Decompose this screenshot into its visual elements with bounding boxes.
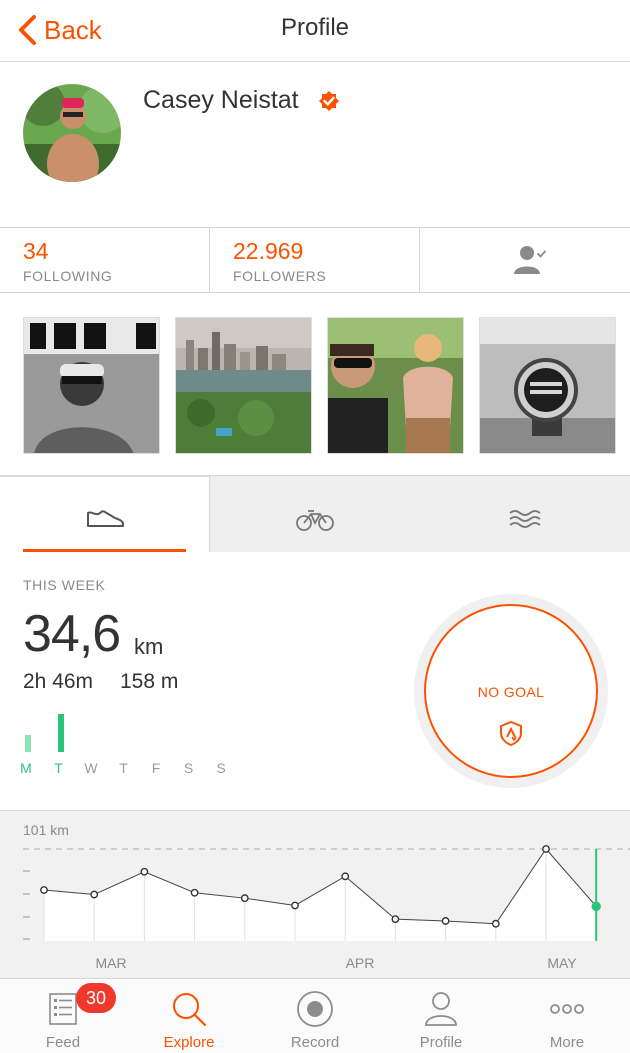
weekday-label: M — [20, 760, 32, 776]
month-label: MAY — [547, 955, 577, 971]
this-week-panel: THIS WEEK 34,6 km 2h 46m 158 m M T W T F S S N… — [0, 552, 630, 810]
weekday-activity-bar — [58, 714, 64, 752]
chart-point — [441, 917, 450, 925]
weekday-label: W — [84, 760, 98, 776]
tabbar-label: Record — [290, 1034, 340, 1051]
followers-stat[interactable]: 22.969 FOLLOWERS — [210, 228, 420, 292]
photo-thumbnail[interactable] — [479, 317, 616, 454]
photo-strip — [0, 293, 630, 476]
user-check-icon — [514, 246, 546, 274]
month-label: APR — [346, 955, 375, 971]
followers-label: FOLLOWERS — [233, 268, 327, 284]
following-status-button[interactable] — [420, 228, 630, 292]
chart-point — [491, 919, 500, 928]
more-icon — [550, 1004, 584, 1014]
tabbar-record[interactable]: Record — [252, 979, 378, 1053]
bike-icon — [296, 510, 334, 531]
followers-count: 22.969 — [233, 238, 304, 264]
weekday-label: F — [151, 760, 161, 776]
chart-point — [90, 890, 99, 899]
weekday-label: S — [183, 760, 194, 776]
tab-run[interactable] — [0, 476, 210, 552]
photo-thumbnail[interactable] — [175, 317, 312, 454]
shoe-icon — [87, 510, 124, 527]
chart-point — [40, 886, 48, 894]
week-distance: 34,6 — [23, 605, 121, 663]
stats-row: 34 FOLLOWING 22.969 FOLLOWERS — [0, 227, 630, 293]
week-moving-time: 2h 46m — [23, 670, 94, 693]
photo-thumbnail[interactable] — [23, 317, 160, 454]
nav-bar: Back Profile — [0, 0, 630, 62]
chart-point — [140, 867, 149, 876]
following-stat[interactable]: 34 FOLLOWING — [0, 228, 210, 292]
weekday-label: T — [119, 760, 128, 776]
chart-point — [591, 901, 601, 912]
photo-thumbnail[interactable] — [327, 317, 464, 454]
weekday-label: S — [216, 760, 226, 776]
tabbar-label: Feed — [45, 1034, 81, 1051]
tab-ride[interactable] — [210, 476, 420, 552]
tabbar-label: More — [549, 1034, 585, 1051]
notification-badge: 30 — [76, 983, 116, 1013]
goal-ring[interactable]: NO GOAL — [424, 604, 598, 778]
chart-point — [240, 894, 249, 903]
weekday-label: T — [54, 760, 63, 776]
tabbar-explore[interactable]: Explore — [126, 979, 252, 1053]
week-distance-unit: km — [134, 634, 164, 659]
chart-point — [391, 915, 400, 924]
goal-label: NO GOAL — [477, 684, 545, 700]
waves-icon — [509, 510, 541, 528]
this-week-title: THIS WEEK — [23, 577, 106, 593]
tabbar-more[interactable]: More — [504, 979, 630, 1053]
record-icon — [297, 991, 333, 1027]
chart-point — [542, 845, 550, 853]
strava-shield-icon — [500, 720, 522, 746]
weekly-distance-chart[interactable]: 101 km MAR APR MAY — [0, 810, 630, 978]
chart-max-label: 101 km — [23, 822, 69, 838]
verified-badge-icon — [319, 91, 339, 111]
chart-point — [341, 872, 350, 881]
bottom-tab-bar: 30 Feed Explore Record Profile More — [0, 978, 630, 1053]
sport-tabs — [0, 476, 630, 552]
tabbar-label: Profile — [419, 1034, 463, 1051]
search-icon — [173, 993, 207, 1027]
weekday-activity-bar — [25, 735, 31, 752]
page-title: Profile — [280, 14, 350, 41]
chart-area — [44, 849, 597, 941]
profile-header: Casey Neistat — [0, 62, 630, 227]
tabbar-profile[interactable]: Profile — [378, 979, 504, 1053]
tabbar-feed[interactable]: 30 Feed — [0, 979, 126, 1053]
profile-icon — [425, 992, 457, 1026]
week-elevation: 158 m — [120, 670, 179, 693]
chart-canvas: 101 km MAR APR MAY — [23, 822, 630, 971]
athlete-name: Casey Neistat — [143, 86, 299, 114]
following-count: 34 — [23, 238, 49, 264]
following-label: FOLLOWING — [23, 268, 113, 284]
chart-point — [291, 901, 299, 910]
chart-point — [190, 888, 199, 897]
tab-swim[interactable] — [420, 476, 630, 552]
tabbar-label: Explore — [163, 1034, 215, 1051]
month-label: MAR — [95, 955, 126, 971]
avatar[interactable] — [23, 84, 121, 182]
